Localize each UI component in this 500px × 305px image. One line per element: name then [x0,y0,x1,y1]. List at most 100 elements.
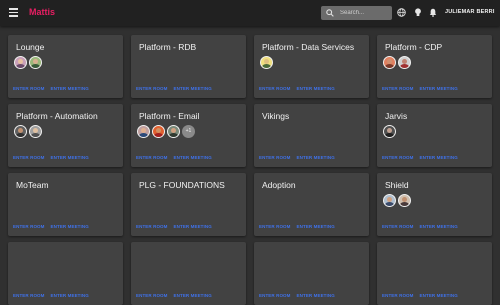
room-card[interactable]: Lounge ENTER ROOM ENTER MEETING [8,35,123,98]
enter-meeting-button[interactable]: ENTER MEETING [174,224,212,229]
enter-meeting-button[interactable]: ENTER MEETING [297,155,335,160]
room-card[interactable]: ENTER ROOM ENTER MEETING [254,242,369,305]
room-title: Jarvis [385,111,408,121]
room-card[interactable]: MoTeam ENTER ROOM ENTER MEETING [8,173,123,236]
enter-meeting-button[interactable]: ENTER MEETING [420,293,458,298]
room-actions: ENTER ROOM ENTER MEETING [382,86,464,91]
enter-meeting-button[interactable]: ENTER MEETING [420,86,458,91]
room-actions: ENTER ROOM ENTER MEETING [136,224,218,229]
room-title: Shield [385,180,409,190]
room-card[interactable]: Shield ENTER ROOM ENTER MEETING [377,173,492,236]
room-card[interactable]: Platform - Data Services ENTER ROOM ENTER … [254,35,369,98]
user-name[interactable]: JULIEMAR BERRI [445,9,495,15]
room-actions: ENTER ROOM ENTER MEETING [382,293,464,298]
room-card[interactable]: Platform - Email +1 ENTER ROOM ENTER MEETIN… [131,104,246,167]
avatar [152,125,165,138]
room-actions: ENTER ROOM ENTER MEETING [259,155,341,160]
enter-meeting-button[interactable]: ENTER MEETING [174,155,212,160]
hamburger-menu-icon[interactable] [9,8,18,17]
room-actions: ENTER ROOM ENTER MEETING [136,86,218,91]
avatar [383,125,396,138]
avatar [398,194,411,207]
avatar [29,56,42,69]
room-actions: ENTER ROOM ENTER MEETING [382,224,464,229]
avatar [383,194,396,207]
enter-room-button[interactable]: ENTER ROOM [13,155,45,160]
avatar [137,125,150,138]
enter-meeting-button[interactable]: ENTER MEETING [51,86,89,91]
enter-meeting-button[interactable]: ENTER MEETING [174,86,212,91]
room-participants [14,56,44,70]
enter-room-button[interactable]: ENTER ROOM [259,155,291,160]
enter-room-button[interactable]: ENTER ROOM [259,86,291,91]
room-title: Platform - Automation [16,111,98,121]
enter-meeting-button[interactable]: ENTER MEETING [174,293,212,298]
room-card[interactable]: Platform - RDB ENTER ROOM ENTER MEETING [131,35,246,98]
room-actions: ENTER ROOM ENTER MEETING [13,224,95,229]
enter-meeting-button[interactable]: ENTER MEETING [297,86,335,91]
avatar [260,56,273,69]
room-card[interactable]: ENTER ROOM ENTER MEETING [8,242,123,305]
room-actions: ENTER ROOM ENTER MEETING [13,86,95,91]
room-card[interactable]: Platform - CDP ENTER ROOM ENTER MEETING [377,35,492,98]
enter-room-button[interactable]: ENTER ROOM [136,293,168,298]
search-icon [326,9,334,17]
bell-icon[interactable] [429,8,437,17]
enter-meeting-button[interactable]: ENTER MEETING [297,293,335,298]
enter-room-button[interactable]: ENTER ROOM [382,155,414,160]
room-title: Vikings [262,111,290,121]
enter-meeting-button[interactable]: ENTER MEETING [51,293,89,298]
enter-meeting-button[interactable]: ENTER MEETING [51,155,89,160]
enter-room-button[interactable]: ENTER ROOM [136,86,168,91]
room-card[interactable]: ENTER ROOM ENTER MEETING [131,242,246,305]
enter-room-button[interactable]: ENTER ROOM [13,224,45,229]
room-title: Adoption [262,180,296,190]
avatar [29,125,42,138]
avatar [383,56,396,69]
room-card[interactable]: ENTER ROOM ENTER MEETING [377,242,492,305]
enter-meeting-button[interactable]: ENTER MEETING [420,155,458,160]
room-actions: ENTER ROOM ENTER MEETING [259,293,341,298]
room-actions: ENTER ROOM ENTER MEETING [259,86,341,91]
room-actions: ENTER ROOM ENTER MEETING [259,224,341,229]
room-card[interactable]: Vikings ENTER ROOM ENTER MEETING [254,104,369,167]
avatar [398,56,411,69]
enter-meeting-button[interactable]: ENTER MEETING [420,224,458,229]
room-card[interactable]: Adoption ENTER ROOM ENTER MEETING [254,173,369,236]
more-participants-badge: +1 [182,125,195,138]
room-actions: ENTER ROOM ENTER MEETING [13,155,95,160]
room-participants [383,194,413,208]
enter-meeting-button[interactable]: ENTER MEETING [297,224,335,229]
enter-room-button[interactable]: ENTER ROOM [259,224,291,229]
enter-room-button[interactable]: ENTER ROOM [382,293,414,298]
room-card[interactable]: PLG - FOUNDATIONS ENTER ROOM ENTER MEETING [131,173,246,236]
room-actions: ENTER ROOM ENTER MEETING [382,155,464,160]
enter-room-button[interactable]: ENTER ROOM [13,293,45,298]
room-actions: ENTER ROOM ENTER MEETING [136,293,218,298]
enter-room-button[interactable]: ENTER ROOM [136,224,168,229]
search-input[interactable] [340,7,388,19]
lightbulb-icon[interactable] [414,8,422,17]
room-title: Lounge [16,42,45,52]
enter-meeting-button[interactable]: ENTER MEETING [51,224,89,229]
enter-room-button[interactable]: ENTER ROOM [13,86,45,91]
room-title: Platform - RDB [139,42,197,52]
room-participants [260,56,275,70]
top-app-bar: Mattis JULIEMAR BERRI [0,0,500,26]
room-participants [14,125,44,139]
room-title: Platform - Email [139,111,200,121]
search-box[interactable] [321,6,392,20]
enter-room-button[interactable]: ENTER ROOM [259,293,291,298]
room-card[interactable]: Platform - Automation ENTER ROOM ENTER MEE… [8,104,123,167]
enter-room-button[interactable]: ENTER ROOM [382,224,414,229]
room-participants [383,56,413,70]
globe-icon[interactable] [397,8,406,17]
enter-room-button[interactable]: ENTER ROOM [382,86,414,91]
avatar [14,56,27,69]
room-title: PLG - FOUNDATIONS [139,180,225,190]
room-title: Platform - Data Services [262,42,355,52]
enter-room-button[interactable]: ENTER ROOM [136,155,168,160]
avatar [14,125,27,138]
room-actions: ENTER ROOM ENTER MEETING [13,293,95,298]
room-card[interactable]: Jarvis ENTER ROOM ENTER MEETING [377,104,492,167]
